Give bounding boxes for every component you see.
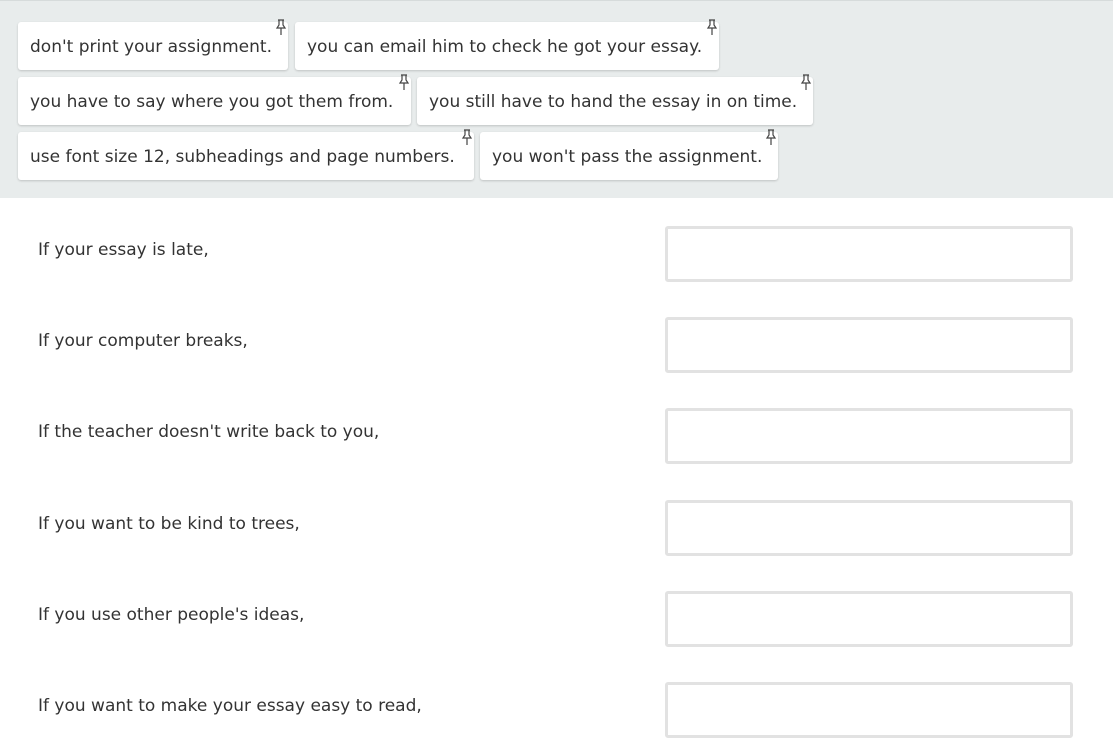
answer-chip[interactable]: don't print your assignment. (18, 19, 288, 70)
answer-chip-label: don't print your assignment. (30, 37, 272, 57)
answer-dropzone[interactable] (665, 500, 1073, 556)
sentence-prompt: If you want to make your essay easy to r… (38, 696, 422, 716)
pin-icon (706, 19, 718, 35)
answer-chip-label: you have to say where you got them from. (30, 92, 394, 112)
answer-chip-label: you still have to hand the essay in on t… (429, 92, 798, 112)
sentence-prompt: If you use other people's ideas, (38, 605, 305, 625)
answer-dropzone[interactable] (665, 408, 1073, 464)
sentence-prompt: If you want to be kind to trees, (38, 514, 300, 534)
sentence-prompt: If your essay is late, (38, 240, 209, 260)
answer-chip[interactable]: use font size 12, subheadings and page n… (18, 129, 474, 180)
pin-icon (765, 129, 777, 145)
pin-icon (800, 74, 812, 90)
pin-icon (398, 74, 410, 90)
answer-chip[interactable]: you can email him to check he got your e… (295, 19, 719, 70)
answer-chip-label: you can email him to check he got your e… (307, 37, 703, 57)
answer-dropzone[interactable] (665, 317, 1073, 373)
word-bank: don't print your assignment. you can ema… (0, 0, 1113, 198)
answer-chip-label: use font size 12, subheadings and page n… (30, 147, 455, 167)
pin-icon (275, 19, 287, 35)
answer-chip[interactable]: you won't pass the assignment. (480, 129, 778, 180)
sentence-prompt: If your computer breaks, (38, 331, 248, 351)
answer-dropzone[interactable] (665, 226, 1073, 282)
pin-icon (461, 129, 473, 145)
answer-dropzone[interactable] (665, 591, 1073, 647)
answer-dropzone[interactable] (665, 682, 1073, 738)
answer-chip[interactable]: you have to say where you got them from. (18, 74, 411, 125)
answer-chip[interactable]: you still have to hand the essay in on t… (417, 74, 813, 125)
answer-chip-label: you won't pass the assignment. (492, 147, 763, 167)
sentence-prompt: If the teacher doesn't write back to you… (38, 422, 380, 442)
